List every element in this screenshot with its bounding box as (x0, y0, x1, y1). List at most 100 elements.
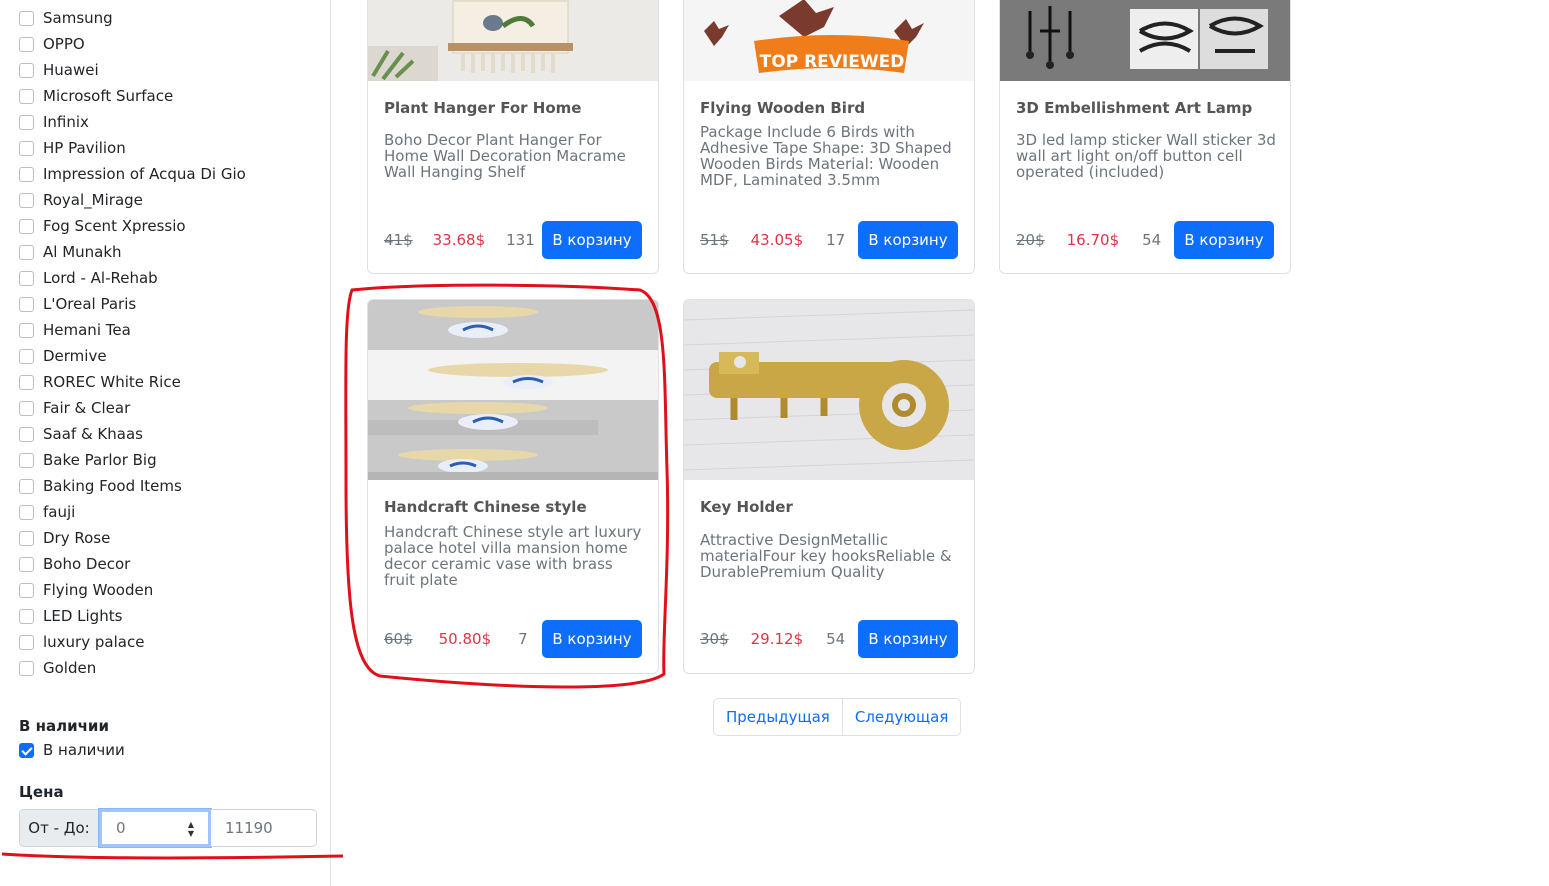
brand-checkbox[interactable] (19, 166, 34, 182)
add-to-cart-button[interactable]: В корзину (542, 221, 642, 259)
price-to-placeholder: 11190 (225, 819, 273, 837)
brand-filter-item[interactable]: Fair & Clear (19, 395, 246, 421)
product-image[interactable] (368, 300, 658, 480)
brand-filter-item[interactable]: Dry Rose (19, 525, 246, 551)
brand-checkbox[interactable] (19, 192, 34, 208)
brand-checkbox[interactable] (19, 244, 34, 260)
stock-count: 17 (826, 231, 846, 249)
brand-checkbox[interactable] (19, 504, 34, 520)
brand-filter-item[interactable]: Lord - Al-Rehab (19, 265, 246, 291)
brand-checkbox[interactable] (19, 62, 34, 78)
brand-checkbox[interactable] (19, 608, 34, 624)
add-to-cart-button[interactable]: В корзину (1174, 221, 1274, 259)
brand-filter-item[interactable]: Golden (19, 655, 246, 681)
brand-filter-item[interactable]: Dermive (19, 343, 246, 369)
brand-checkbox[interactable] (19, 400, 34, 416)
brand-checkbox[interactable] (19, 36, 34, 52)
brand-label: Baking Food Items (43, 477, 182, 495)
brand-filter-item[interactable]: ROREC White Rice (19, 369, 246, 395)
brand-checkbox[interactable] (19, 10, 34, 26)
brand-checkbox[interactable] (19, 634, 34, 650)
brand-filter-item[interactable]: luxury palace (19, 629, 246, 655)
brand-checkbox[interactable] (19, 218, 34, 234)
brand-checkbox[interactable] (19, 296, 34, 312)
product-image[interactable] (684, 300, 974, 480)
stock-filter[interactable]: В наличии (19, 738, 125, 762)
brand-filter-item[interactable]: Fog Scent Xpressio (19, 213, 246, 239)
product-card: Handcraft Chinese style Handcraft Chines… (367, 299, 659, 674)
brand-filter-item[interactable]: LED Lights (19, 603, 246, 629)
product-title[interactable]: Handcraft Chinese style (384, 498, 587, 516)
brand-checkbox[interactable] (19, 582, 34, 598)
price-from-placeholder: 0 (116, 819, 126, 837)
brand-filter-item[interactable]: Boho Decor (19, 551, 246, 577)
add-to-cart-button[interactable]: В корзину (542, 620, 642, 658)
brand-filter-item[interactable]: Hemani Tea (19, 317, 246, 343)
brand-filter-item[interactable]: Samsung (19, 5, 246, 31)
brand-filter-item[interactable]: fauji (19, 499, 246, 525)
previous-page-button[interactable]: Предыдущая (714, 699, 842, 735)
brand-label: luxury palace (43, 633, 145, 651)
product-title[interactable]: 3D Embellishment Art Lamp (1016, 99, 1252, 117)
brand-filter-item[interactable]: Flying Wooden (19, 577, 246, 603)
product-title[interactable]: Key Holder (700, 498, 793, 516)
current-price: 50.80$ (438, 630, 492, 648)
stock-count: 54 (826, 630, 846, 648)
number-spinner-icon[interactable]: ▲ ▼ (188, 820, 194, 838)
brand-checkbox[interactable] (19, 660, 34, 676)
brand-checkbox[interactable] (19, 452, 34, 468)
product-image[interactable]: TOP REVIEWED (684, 0, 974, 81)
brand-checkbox[interactable] (19, 270, 34, 286)
brand-checkbox[interactable] (19, 374, 34, 390)
old-price: 20$ (1016, 231, 1045, 249)
old-price: 51$ (700, 231, 729, 249)
price-from-input[interactable]: 0 ▲ ▼ (98, 808, 212, 848)
product-footer: 30$ 29.12$ 54 (700, 620, 845, 658)
price-to-input[interactable]: 11190 (211, 809, 317, 847)
brand-filter-item[interactable]: Impression of Acqua Di Gio (19, 161, 246, 187)
brand-checkbox[interactable] (19, 140, 34, 156)
brand-filter-item[interactable]: Saaf & Khaas (19, 421, 246, 447)
product-footer: 41$ 33.68$ 131 (384, 221, 535, 259)
brand-checkbox[interactable] (19, 88, 34, 104)
brand-filter-item[interactable]: Baking Food Items (19, 473, 246, 499)
brand-label: Golden (43, 659, 97, 677)
current-price: 16.70$ (1066, 231, 1120, 249)
product-card: Key Holder Attractive DesignMetallic mat… (683, 299, 975, 674)
stock-section-title: В наличии (19, 717, 109, 735)
brand-filter-item[interactable]: Al Munakh (19, 239, 246, 265)
brand-checkbox[interactable] (19, 478, 34, 494)
product-description: 3D led lamp sticker Wall sticker 3d wall… (1016, 131, 1276, 181)
brand-filter-item[interactable]: HP Pavilion (19, 135, 246, 161)
brand-filter-item[interactable]: Huawei (19, 57, 246, 83)
brand-checkbox[interactable] (19, 530, 34, 546)
brand-label: ROREC White Rice (43, 373, 181, 391)
brand-label: Royal_Mirage (43, 191, 143, 209)
brand-filter-item[interactable]: Royal_Mirage (19, 187, 246, 213)
brand-label: Infinix (43, 113, 89, 131)
product-title[interactable]: Plant Hanger For Home (384, 99, 581, 117)
brand-filter-item[interactable]: Bake Parlor Big (19, 447, 246, 473)
brand-checkbox[interactable] (19, 322, 34, 338)
brand-filter-item[interactable]: Microsoft Surface (19, 83, 246, 109)
stock-checkbox[interactable] (19, 742, 34, 758)
add-to-cart-button[interactable]: В корзину (858, 620, 958, 658)
current-price: 29.12$ (750, 630, 804, 648)
add-to-cart-button[interactable]: В корзину (858, 221, 958, 259)
brand-checkbox[interactable] (19, 556, 34, 572)
brand-checkbox[interactable] (19, 114, 34, 130)
brand-label: Impression of Acqua Di Gio (43, 165, 246, 183)
brand-checkbox[interactable] (19, 348, 34, 364)
product-title[interactable]: Flying Wooden Bird (700, 99, 865, 117)
next-page-button[interactable]: Следующая (841, 699, 961, 735)
brand-filter-item[interactable]: L'Oreal Paris (19, 291, 246, 317)
product-image[interactable] (1000, 0, 1290, 81)
product-footer: 60$ 50.80$ 7 (384, 620, 528, 658)
product-image[interactable] (368, 0, 658, 81)
brand-label: Flying Wooden (43, 581, 154, 599)
brand-filter-item[interactable]: Infinix (19, 109, 246, 135)
brand-checkbox[interactable] (19, 426, 34, 442)
stock-count: 7 (518, 630, 528, 648)
brand-filter-item[interactable]: OPPO (19, 31, 246, 57)
brand-label: fauji (43, 503, 76, 521)
